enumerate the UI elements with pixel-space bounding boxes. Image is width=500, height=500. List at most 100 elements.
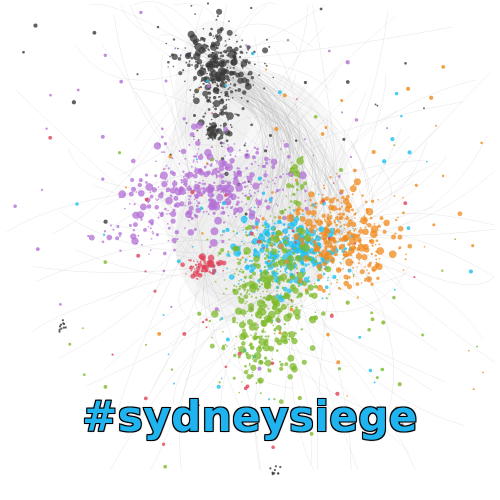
- node: [225, 287, 228, 290]
- node: [304, 189, 307, 193]
- node: [247, 369, 249, 371]
- satellite-node: [71, 100, 77, 105]
- node: [291, 183, 294, 186]
- node: [401, 211, 405, 215]
- node: [301, 209, 305, 212]
- node: [213, 69, 216, 72]
- node: [188, 60, 191, 63]
- node: [210, 146, 213, 149]
- node: [264, 241, 267, 243]
- node: [251, 155, 256, 160]
- node: [208, 270, 211, 273]
- node: [335, 223, 339, 227]
- satellite-node: [198, 404, 201, 407]
- node: [337, 213, 340, 216]
- node: [341, 233, 343, 235]
- node: [220, 84, 223, 87]
- node: [247, 224, 253, 230]
- node: [251, 242, 254, 244]
- node: [364, 277, 367, 281]
- node: [109, 224, 113, 227]
- satellite-node: [205, 326, 208, 329]
- node: [218, 310, 221, 312]
- isolated-node: [274, 465, 277, 468]
- node: [154, 204, 160, 210]
- satellite-node: [403, 201, 408, 206]
- node: [177, 57, 182, 61]
- node: [286, 312, 293, 319]
- node: [234, 176, 238, 180]
- node: [241, 192, 244, 195]
- node: [273, 269, 276, 272]
- node: [232, 319, 236, 324]
- node: [315, 235, 322, 242]
- node: [326, 257, 329, 260]
- node: [268, 264, 272, 268]
- node: [332, 274, 337, 280]
- satellite-node: [296, 271, 299, 274]
- node: [216, 35, 223, 42]
- node: [208, 49, 210, 52]
- node: [167, 167, 170, 170]
- node: [285, 173, 288, 176]
- satellite-node: [346, 395, 348, 397]
- node: [280, 256, 282, 259]
- node: [328, 293, 331, 296]
- node: [304, 290, 310, 295]
- node: [207, 265, 210, 267]
- node: [226, 46, 233, 53]
- node: [207, 191, 214, 198]
- node: [255, 296, 257, 299]
- node: [193, 194, 196, 196]
- node: [244, 364, 247, 368]
- node: [285, 182, 292, 189]
- node: [234, 89, 237, 92]
- node: [238, 280, 240, 282]
- node: [282, 173, 284, 176]
- node: [229, 255, 231, 257]
- node: [204, 50, 207, 52]
- node: [299, 292, 303, 296]
- node: [243, 280, 245, 283]
- node: [246, 291, 248, 293]
- node: [336, 281, 338, 284]
- node: [196, 129, 199, 132]
- node: [174, 229, 180, 235]
- node: [264, 315, 272, 323]
- node: [258, 338, 267, 346]
- node: [275, 203, 278, 205]
- node: [322, 272, 326, 276]
- node: [332, 239, 336, 243]
- node: [193, 173, 198, 179]
- node: [394, 232, 397, 235]
- node: [342, 257, 345, 260]
- node: [259, 269, 263, 273]
- node: [379, 226, 381, 228]
- node: [223, 111, 226, 114]
- node: [207, 91, 212, 95]
- node: [327, 276, 330, 279]
- node: [335, 172, 338, 175]
- node: [294, 208, 299, 213]
- node: [205, 95, 209, 100]
- node: [166, 213, 168, 215]
- node: [308, 226, 315, 233]
- node: [246, 196, 251, 200]
- node: [257, 206, 260, 209]
- node: [314, 205, 318, 209]
- node: [191, 64, 193, 66]
- node: [347, 275, 351, 279]
- node: [249, 343, 252, 347]
- satellite-node: [335, 391, 340, 396]
- satellite-node: [139, 10, 143, 15]
- node: [151, 187, 157, 193]
- node: [267, 225, 270, 228]
- node: [236, 40, 238, 43]
- node: [350, 208, 355, 212]
- satellite-node: [224, 365, 228, 369]
- node: [350, 254, 353, 256]
- node: [271, 358, 274, 361]
- node: [209, 72, 214, 77]
- node: [343, 223, 346, 226]
- node: [355, 253, 363, 260]
